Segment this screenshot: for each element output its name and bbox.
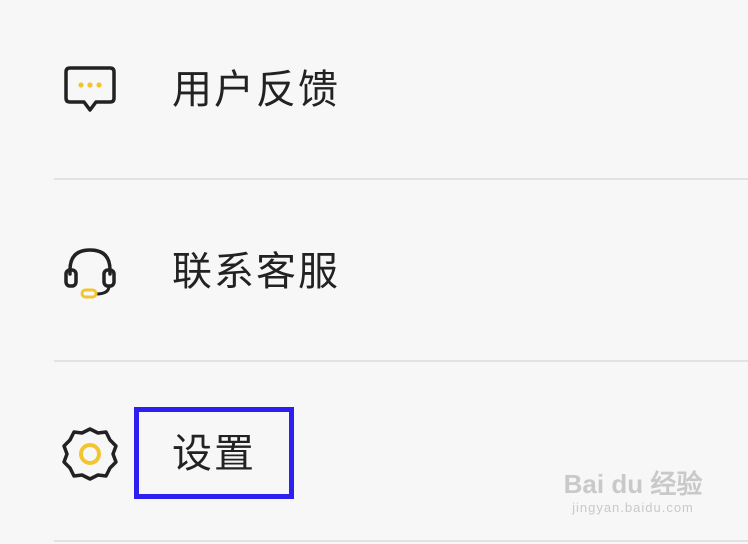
divider	[54, 360, 748, 362]
divider	[54, 540, 748, 542]
gear-icon	[58, 422, 122, 486]
settings-menu: 用户反馈 联系客服 设置 Bai du 经验 jingyan.baidu.com	[0, 0, 748, 544]
watermark: Bai du 经验 jingyan.baidu.com	[558, 468, 708, 538]
headset-icon	[58, 240, 122, 304]
menu-item-label: 用户反馈	[172, 67, 340, 113]
menu-item-label: 联系客服	[172, 249, 340, 295]
divider	[54, 178, 748, 180]
watermark-brand: Bai du 经验	[563, 469, 703, 499]
menu-item-feedback[interactable]: 用户反馈	[0, 40, 748, 140]
menu-item-contact-service[interactable]: 联系客服	[0, 222, 748, 322]
watermark-url: jingyan.baidu.com	[572, 500, 694, 515]
highlight-box	[134, 407, 294, 499]
feedback-bubble-icon	[58, 58, 122, 122]
